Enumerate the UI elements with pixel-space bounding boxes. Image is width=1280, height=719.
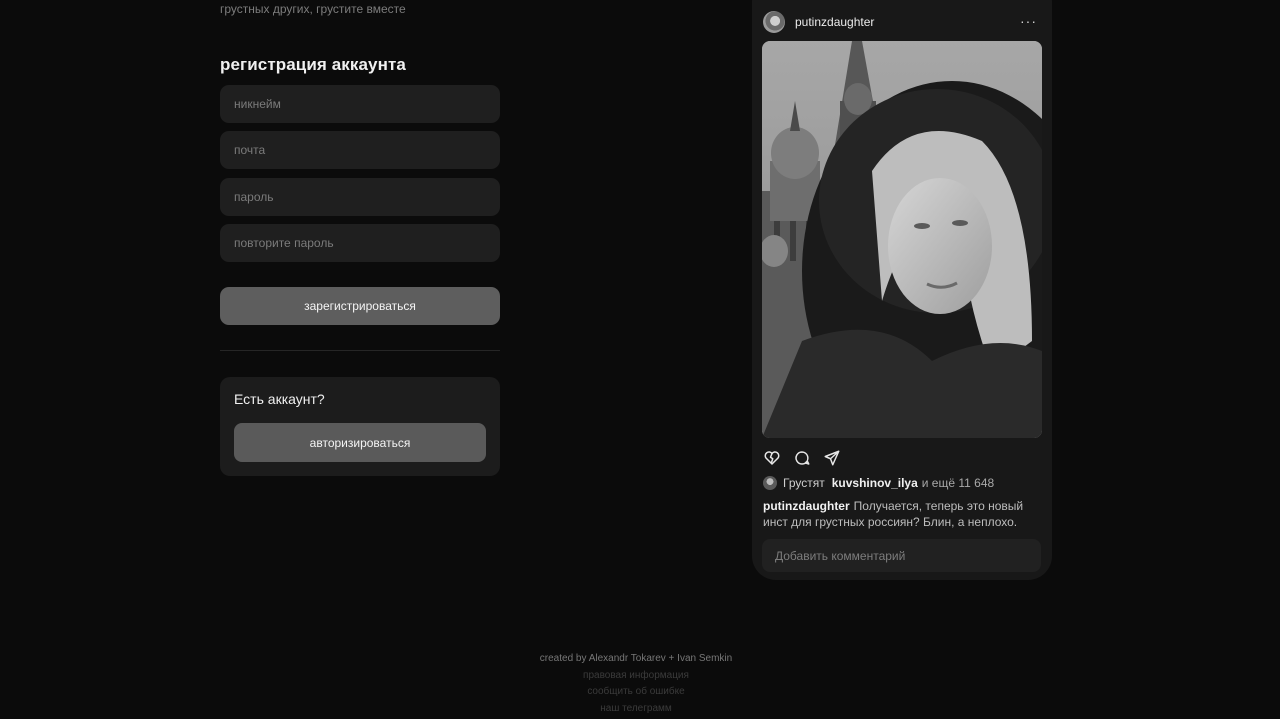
divider xyxy=(220,350,500,351)
post-caption: putinzdaughter Получается, теперь это нов… xyxy=(763,498,1043,530)
liker-avatar[interactable] xyxy=(763,476,777,490)
telegram-link[interactable]: наш телеграмм xyxy=(0,701,1272,718)
broken-heart-icon[interactable] xyxy=(763,449,781,467)
post-actions xyxy=(763,449,841,467)
more-options-icon[interactable]: ··· xyxy=(1020,13,1037,29)
register-button[interactable]: зарегистрироваться xyxy=(220,287,500,325)
have-account-label: Есть аккаунт? xyxy=(234,391,325,407)
post-photo[interactable] xyxy=(762,41,1042,438)
likes-count[interactable]: и ещё 11 648 xyxy=(922,476,994,490)
tagline: грустных других, грустите вместе xyxy=(220,2,406,16)
avatar[interactable] xyxy=(763,11,785,33)
password-input[interactable] xyxy=(220,178,500,216)
send-icon[interactable] xyxy=(823,449,841,467)
comment-icon[interactable] xyxy=(793,449,811,467)
page: грустных других, грустите вместе регистр… xyxy=(0,0,1280,719)
likes-label: Грустят xyxy=(783,476,825,490)
repeat-password-input[interactable] xyxy=(220,224,500,262)
post-username[interactable]: putinzdaughter xyxy=(795,15,874,29)
footer: created by Alexandr Tokarev + Ivan Semki… xyxy=(0,651,1272,717)
post-card: putinzdaughter ··· Грустят kuvshinov_ily… xyxy=(752,0,1052,580)
likes-user[interactable]: kuvshinov_ilya xyxy=(832,476,918,490)
comment-input[interactable] xyxy=(762,539,1041,572)
login-card: Есть аккаунт? авторизироваться xyxy=(220,377,500,476)
legal-info-link[interactable]: правовая информация xyxy=(0,668,1272,685)
footer-credit: created by Alexandr Tokarev + Ivan Semki… xyxy=(539,653,733,664)
caption-username[interactable]: putinzdaughter xyxy=(763,499,850,513)
likes-row: Грустят kuvshinov_ilya и ещё 11 648 xyxy=(763,476,994,490)
email-input[interactable] xyxy=(220,131,500,169)
report-bug-link[interactable]: сообщить об ошибке xyxy=(0,684,1272,701)
nickname-input[interactable] xyxy=(220,85,500,123)
post-photo-illustration xyxy=(762,41,1042,438)
registration-title: регистрация аккаунта xyxy=(220,55,406,74)
login-button[interactable]: авторизироваться xyxy=(234,423,486,462)
